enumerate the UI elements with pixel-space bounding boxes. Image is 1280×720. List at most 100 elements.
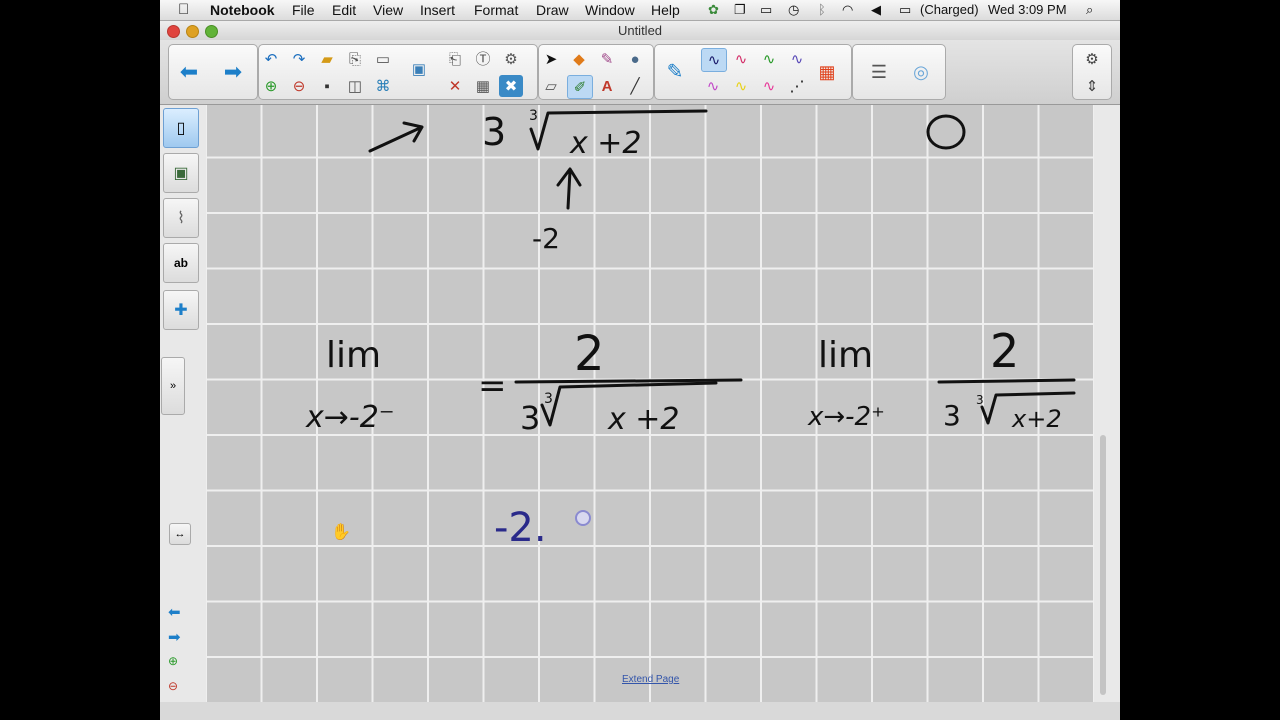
- next-page-icon[interactable]: ➡: [168, 628, 181, 646]
- pen-tool-icon[interactable]: ✐: [567, 75, 593, 99]
- dashed-line-icon[interactable]: ⋰: [785, 75, 809, 97]
- text-tool-icon[interactable]: Ⓣ: [471, 48, 495, 70]
- properties-tab[interactable]: ab: [163, 243, 199, 283]
- ink-top-coefficient: 3: [482, 110, 506, 154]
- page-sorter-tab[interactable]: ▯: [163, 108, 199, 148]
- paperclip-icon: ⌇: [177, 210, 185, 227]
- pen-style-red-icon[interactable]: ∿: [729, 48, 753, 70]
- capture-icon[interactable]: ⚙: [499, 48, 523, 70]
- magic-pen-icon[interactable]: ✎: [595, 48, 619, 70]
- window-title: Untitled: [617, 23, 663, 38]
- pen-style-magenta-icon[interactable]: ∿: [701, 75, 725, 97]
- vertical-scrollbar[interactable]: [1094, 105, 1120, 702]
- move-sidebar-button[interactable]: ↔: [169, 523, 191, 545]
- pen-style-green-icon[interactable]: ∿: [757, 48, 781, 70]
- ink-left-subscript: x→-2⁻: [305, 400, 395, 435]
- toolbar-move-icon[interactable]: ⇕: [1080, 75, 1104, 97]
- ink-zero-circle: [926, 114, 966, 150]
- screen-capture-icon[interactable]: ◫: [343, 75, 367, 97]
- scrollbar-thumb[interactable]: [1100, 435, 1106, 695]
- ink-top-value: -2: [532, 222, 560, 255]
- status-app-icon[interactable]: ✿: [708, 2, 719, 18]
- spotlight-search-icon[interactable]: ⌕: [1086, 2, 1093, 18]
- ink-top-index: 3: [529, 108, 538, 124]
- menu-file[interactable]: File: [292, 2, 315, 18]
- apple-menu-icon[interactable]: : [178, 1, 189, 18]
- highlighter-yellow-icon[interactable]: ∿: [729, 75, 753, 97]
- line-weight-icon[interactable]: ☰: [867, 61, 891, 83]
- bluetooth-icon[interactable]: ᛒ: [818, 2, 826, 17]
- redo-icon[interactable]: ↷: [287, 48, 311, 70]
- ink-left-index: 3: [544, 391, 553, 407]
- volume-icon[interactable]: ◀: [871, 2, 881, 18]
- properties-icon[interactable]: ⌘: [371, 75, 395, 97]
- ink-equals: =: [478, 366, 507, 406]
- ink-up-arrow: [556, 167, 582, 210]
- battery-icon[interactable]: ▭: [899, 2, 911, 18]
- ink-left-denominator-coef: 3: [520, 399, 540, 437]
- menu-help[interactable]: Help: [651, 2, 680, 18]
- menu-clock[interactable]: Wed 3:09 PM: [988, 2, 1067, 17]
- page-icon: ▯: [176, 120, 186, 137]
- main-tools-group: ↶ ↷ ▰ ⎘ ▭ ▣ ⎗ Ⓣ ⚙ ⊕ ⊖ ▪ ◫ ⌘ ✕ ▦ ✖: [258, 44, 538, 100]
- paste-icon[interactable]: ⎘: [343, 48, 367, 70]
- addons-tab[interactable]: ✚: [163, 290, 199, 330]
- text-color-icon[interactable]: A: [595, 75, 619, 97]
- sidebar-expand-handle[interactable]: »: [161, 357, 185, 415]
- whiteboard-canvas[interactable]: 3 3 x +2 -2 lim x→-2⁻ = 2 3 3 x +2 lim x…: [206, 105, 1094, 702]
- fill-icon[interactable]: ◆: [567, 48, 591, 70]
- time-machine-icon[interactable]: ◷: [788, 2, 799, 18]
- close-icon[interactable]: ✖: [499, 75, 523, 97]
- menu-view[interactable]: View: [373, 2, 403, 18]
- undo-icon[interactable]: ↶: [259, 48, 283, 70]
- display-mirror-icon[interactable]: ❐: [734, 2, 746, 18]
- monitor-icon[interactable]: ▭: [760, 2, 772, 18]
- ink-left-radicand: x +2: [607, 402, 680, 437]
- menu-app-name[interactable]: Notebook: [210, 2, 275, 18]
- add-page-small-icon[interactable]: ⊕: [168, 654, 178, 668]
- color-palette-icon[interactable]: ▦: [815, 61, 839, 83]
- delete-page-icon[interactable]: ⊖: [287, 75, 311, 97]
- pen-icon[interactable]: ✎: [663, 61, 687, 83]
- ink-blue-value: -2.: [494, 505, 547, 551]
- table-icon[interactable]: ▦: [471, 75, 495, 97]
- menu-window[interactable]: Window: [585, 2, 635, 18]
- gallery-tab[interactable]: ▣: [163, 153, 199, 193]
- delete-icon[interactable]: ✕: [443, 75, 467, 97]
- pen-style-purple-icon[interactable]: ∿: [785, 48, 809, 70]
- puzzle-piece-icon: ✚: [174, 302, 188, 319]
- transparency-icon[interactable]: ◎: [909, 61, 933, 83]
- double-chevron-icon: »: [169, 380, 177, 392]
- wifi-icon[interactable]: ◠: [842, 2, 853, 18]
- extend-page-link[interactable]: Extend Page: [622, 674, 679, 685]
- clipboard-icon[interactable]: ⎗: [443, 48, 467, 70]
- previous-page-icon[interactable]: ⬅: [168, 603, 181, 621]
- menu-draw[interactable]: Draw: [536, 2, 569, 18]
- screen-shade-icon[interactable]: ▭: [371, 48, 395, 70]
- add-page-icon[interactable]: ⊕: [259, 75, 283, 97]
- title-bar: Untitled: [160, 21, 1120, 40]
- ink-left-numerator: 2: [574, 326, 605, 382]
- ink-arrow-up-right: [368, 121, 424, 153]
- gear-icon[interactable]: ⚙: [1080, 48, 1104, 70]
- eraser-icon[interactable]: ▱: [539, 75, 563, 97]
- menu-format[interactable]: Format: [474, 2, 518, 18]
- pen-style-dark-icon[interactable]: ∿: [701, 48, 727, 72]
- settings-group: ⚙ ⇕: [1072, 44, 1112, 100]
- next-page-arrow-icon[interactable]: ➡: [221, 61, 245, 83]
- delete-page-small-icon[interactable]: ⊖: [168, 679, 178, 693]
- attachments-tab[interactable]: ⌇: [163, 198, 199, 238]
- ink-right-fraction-bar: [937, 378, 1076, 384]
- menu-insert[interactable]: Insert: [420, 2, 455, 18]
- open-folder-icon[interactable]: ▰: [315, 48, 339, 70]
- save-icon[interactable]: ▪: [315, 75, 339, 97]
- highlighter-pink-icon[interactable]: ∿: [757, 75, 781, 97]
- display-toggle-icon[interactable]: ▣: [407, 58, 431, 80]
- previous-page-arrow-icon[interactable]: ⬅: [177, 61, 201, 83]
- select-arrow-icon[interactable]: ➤: [539, 48, 563, 70]
- menu-edit[interactable]: Edit: [332, 2, 356, 18]
- line-tool-icon[interactable]: ╱: [623, 75, 647, 97]
- shape-icon[interactable]: ●: [623, 48, 647, 70]
- ink-top-radicand: x +2: [569, 126, 642, 161]
- pen-styles-group: ✎ ∿ ∿ ∿ ∿ ∿ ∿ ∿ ⋰ ▦: [654, 44, 852, 100]
